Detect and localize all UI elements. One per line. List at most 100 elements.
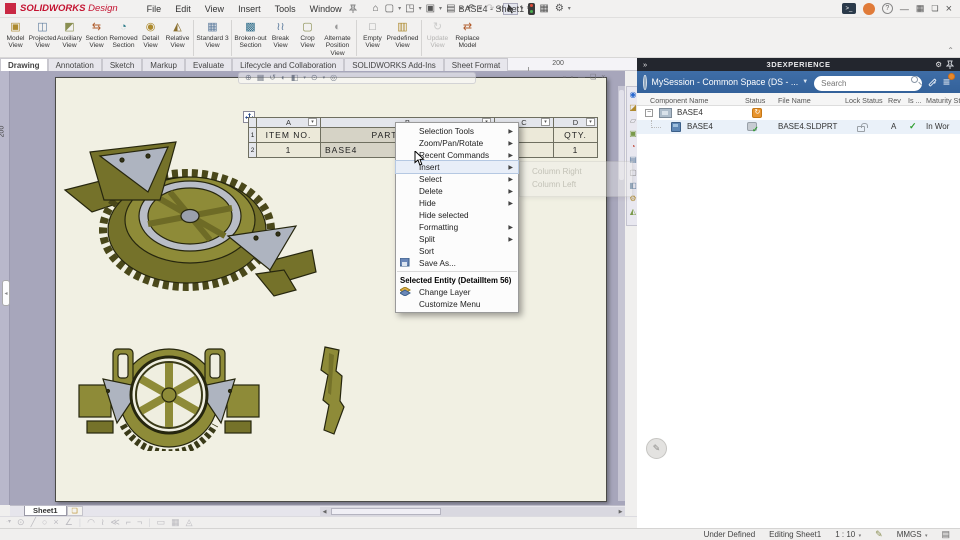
zoom-to-area-icon[interactable]: ▦ — [257, 73, 265, 83]
menu-tools[interactable]: Tools — [268, 4, 303, 14]
3dexperience-tab-icon[interactable]: ◉ — [630, 89, 637, 101]
units-dropdown-icon[interactable]: ▾ — [924, 533, 928, 539]
window-layout-icon[interactable]: ▦ — [916, 3, 925, 14]
sheet-scale[interactable]: 1 : 10 ▾ — [835, 530, 861, 539]
tab-markup[interactable]: Markup — [142, 58, 185, 71]
options-gear-icon[interactable]: ⚙ — [553, 2, 566, 16]
file-explorer-icon[interactable]: ▱ — [630, 115, 636, 127]
tab-evaluate[interactable]: Evaluate — [185, 58, 232, 71]
col-file-name[interactable]: File Name — [778, 96, 811, 105]
menu-item-change-layer[interactable]: Change Layer — [396, 286, 518, 298]
tab-drawing[interactable]: Drawing — [0, 58, 48, 71]
help-icon[interactable]: ? — [882, 3, 893, 14]
menu-item-split[interactable]: Split▶ — [396, 233, 518, 245]
ribbon-collapse-chevron-icon[interactable]: ⌃ — [947, 46, 954, 55]
restore-button[interactable]: ❏ — [931, 4, 938, 13]
home-button[interactable]: ⌂ — [371, 2, 381, 16]
menu-item-select[interactable]: Select▶ — [396, 173, 518, 185]
open-dropdown-icon[interactable]: ▾ — [419, 5, 422, 12]
view-orientation-icon[interactable]: ◧ — [291, 73, 299, 83]
view-palette-icon[interactable]: ▣ — [629, 128, 637, 140]
unit-system[interactable]: MMGS ▾ — [897, 530, 928, 539]
menu-edit[interactable]: Edit — [168, 4, 198, 14]
ribbon-alternate-position-view[interactable]: ◐Alternate Position View — [321, 20, 354, 57]
appearances-icon[interactable]: ◔ — [631, 141, 636, 153]
close-button[interactable]: × — [946, 3, 952, 15]
ribbon-auxiliary-view[interactable]: ◩Auxiliary View — [56, 20, 83, 50]
scrollbar-thumb[interactable] — [331, 508, 441, 515]
menu-item-formatting[interactable]: Formatting▶ — [396, 221, 518, 233]
console-icon[interactable]: >_ — [842, 3, 856, 14]
col-component-name[interactable]: Component Name — [650, 96, 708, 105]
save-button[interactable]: ▣ — [424, 2, 437, 16]
drawing-view-front[interactable] — [75, 343, 263, 451]
bom-cell-qty-1[interactable]: 1 — [553, 142, 598, 158]
session-avatar[interactable] — [643, 75, 647, 90]
col-status[interactable]: Status — [745, 96, 765, 105]
ribbon-model-view[interactable]: ▣Model View — [2, 20, 29, 50]
menu-item-hide-selected[interactable]: Hide selected — [396, 209, 518, 221]
menu-item-save-as[interactable]: Save As... — [396, 257, 518, 269]
options-dropdown-icon[interactable]: ▾ — [568, 5, 571, 12]
menu-view[interactable]: View — [198, 4, 231, 14]
markup-pencil-icon[interactable]: ✎ — [875, 529, 883, 540]
search-input[interactable] — [814, 76, 922, 91]
dropdown-icon[interactable]: ▾ — [303, 73, 306, 83]
new-document-button[interactable]: ▢ — [383, 2, 396, 16]
ribbon-broken-out-section[interactable]: ▩Broken-out Section — [234, 20, 267, 50]
panel-gear-icon[interactable]: ⚙ — [935, 60, 942, 69]
panel-expand-handle[interactable]: ◂ — [2, 280, 10, 306]
doc-restore-button[interactable]: ❏ — [590, 73, 596, 83]
ribbon-crop-view[interactable]: ▢Crop View — [294, 20, 321, 50]
horizontal-scrollbar[interactable]: ◀ ▶ — [320, 507, 625, 516]
menu-item-zoom-pan-rotate[interactable]: Zoom/Pan/Rotate▶ — [396, 137, 518, 149]
new-dropdown-icon[interactable]: ▾ — [398, 5, 401, 12]
ribbon-removed-section[interactable]: ◔Removed Section — [110, 20, 137, 50]
submenu-column-right[interactable]: Column Right — [520, 165, 632, 178]
dropdown-icon[interactable]: ▾ — [323, 73, 326, 83]
print-button[interactable]: ▤ — [444, 2, 457, 16]
ribbon-projected-view[interactable]: ◫Projected View — [29, 20, 56, 50]
ribbon-empty-view[interactable]: □Empty View — [359, 20, 386, 50]
hide-show-items-icon[interactable]: ◎ — [330, 73, 337, 83]
chevron-down-icon[interactable]: ▼ — [802, 79, 808, 85]
drawing-view-side[interactable] — [315, 345, 347, 437]
drawing-view-isometric[interactable] — [60, 138, 318, 306]
scroll-right-icon[interactable]: ▶ — [616, 509, 625, 515]
column-c-dropdown-icon[interactable]: ▾ — [541, 118, 550, 126]
search-icon[interactable] — [911, 76, 918, 83]
ribbon-section-view[interactable]: ⇆Section View — [83, 20, 110, 50]
bom-cell-item-no[interactable]: ITEM NO. — [256, 127, 321, 143]
col-maturity-state[interactable]: Maturity Sta — [926, 96, 960, 105]
menu-item-selection-tools[interactable]: Selection Tools▶ — [396, 125, 518, 137]
component-row-base4-drawing[interactable]: − BASE4 — [637, 106, 960, 120]
display-style-icon[interactable]: ⊙ — [311, 73, 318, 83]
collapse-panel-icon[interactable]: » — [643, 60, 647, 69]
session-space-selector[interactable]: MySession - Common Space (DS - ... — [652, 77, 799, 87]
menu-item-delete[interactable]: Delete▶ — [396, 185, 518, 197]
save-dropdown-icon[interactable]: ▾ — [439, 5, 442, 12]
ribbon-predefined-view[interactable]: ▥Predefined View — [386, 20, 419, 50]
menu-file[interactable]: File — [140, 4, 169, 14]
design-library-icon[interactable]: ◪ — [629, 102, 637, 114]
bom-cell-item-1[interactable]: 1 — [256, 142, 321, 158]
tab-sheet-format[interactable]: Sheet Format — [444, 58, 508, 71]
panel-menu-icon[interactable]: ≡ — [943, 77, 950, 87]
tab-sketch[interactable]: Sketch — [102, 58, 142, 71]
component-row-base4-part[interactable]: BASE4 ✓ BASE4.SLDPRT A ✓ In Wor — [637, 120, 960, 134]
ribbon-standard-3-view[interactable]: ▦Standard 3 View — [196, 20, 229, 50]
tab-annotation[interactable]: Annotation — [48, 58, 102, 71]
menu-item-customize-menu[interactable]: Customize Menu — [396, 298, 518, 310]
col-rev[interactable]: Rev — [888, 96, 901, 105]
doc-minimize-button[interactable]: — — [578, 73, 585, 83]
menu-item-hide[interactable]: Hide▶ — [396, 197, 518, 209]
minimize-button[interactable]: — — [900, 4, 909, 14]
tag-panel-icon[interactable]: ▤ — [941, 529, 950, 540]
menu-insert[interactable]: Insert — [231, 4, 268, 14]
tag-filter-icon[interactable] — [928, 78, 936, 86]
evaluate-table-button[interactable]: ▦ — [537, 2, 550, 16]
col-is[interactable]: Is ... — [908, 96, 922, 105]
user-add-icon[interactable]: ◭ — [630, 206, 636, 218]
add-sheet-button[interactable]: ❏ — [67, 506, 83, 516]
split-view-icon[interactable]: ▫ — [570, 73, 572, 83]
